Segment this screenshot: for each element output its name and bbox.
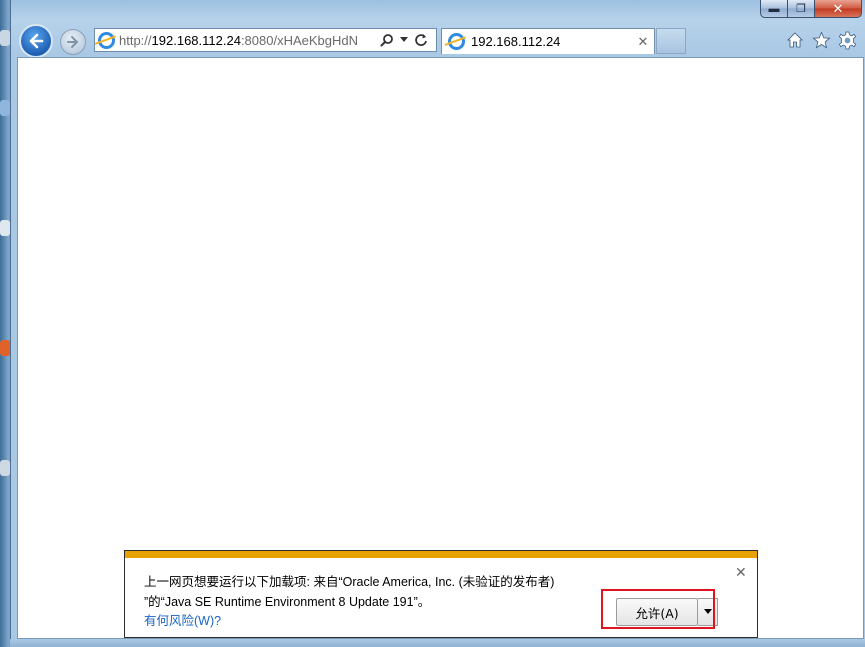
tab-close-button[interactable]: ✕ <box>632 34 654 50</box>
arrow-left-icon <box>29 33 44 49</box>
desktop-icon <box>0 220 10 236</box>
desktop-icon <box>0 340 10 356</box>
gear-icon[interactable] <box>837 30 857 50</box>
close-window-button[interactable]: ✕ <box>815 0 862 18</box>
back-button[interactable] <box>19 24 53 58</box>
forward-button[interactable] <box>60 29 86 55</box>
notification-accent-stripe <box>125 550 757 558</box>
tab-active[interactable]: 192.168.112.24 ✕ <box>441 28 655 54</box>
arrow-right-icon <box>67 36 78 48</box>
ie-page-icon <box>98 31 115 49</box>
address-bar[interactable]: http://192.168.112.24:8080/xHAeKbgHdN <box>94 28 437 52</box>
new-tab-button[interactable] <box>656 28 686 54</box>
caption-buttons: ▬ ❐ ✕ <box>760 0 862 18</box>
toolbar-icons <box>785 30 857 50</box>
url-text[interactable]: http://192.168.112.24:8080/xHAeKbgHdN <box>119 33 377 48</box>
url-host: 192.168.112.24 <box>151 32 241 48</box>
ie-tab-icon <box>448 33 465 50</box>
window-bottom-border <box>10 639 865 647</box>
desktop-icon <box>0 100 10 116</box>
address-dropdown-button[interactable] <box>397 37 411 43</box>
minimize-button[interactable]: ▬ <box>760 0 788 18</box>
url-prefix: http:// <box>119 32 152 48</box>
star-icon[interactable] <box>811 30 831 50</box>
url-rest: :8080/xHAeKbgHdN <box>240 32 359 48</box>
search-icon <box>380 34 393 47</box>
annotation-highlight-box <box>601 589 715 629</box>
search-button[interactable] <box>377 33 397 47</box>
maximize-button[interactable]: ❐ <box>788 0 815 18</box>
desktop-icon <box>0 460 10 476</box>
tab-title: 192.168.112.24 <box>471 34 561 49</box>
risk-link[interactable]: 有何风险(W)? <box>144 610 221 629</box>
desktop-icon <box>0 30 10 46</box>
refresh-button[interactable] <box>411 33 431 47</box>
home-icon[interactable] <box>785 30 805 50</box>
chevron-down-icon <box>400 37 408 42</box>
refresh-icon <box>415 34 427 46</box>
notification-message-line1: 上一网页想要运行以下加载项: 来自“Oracle America, Inc. (… <box>144 575 555 589</box>
notification-close-button[interactable]: ✕ <box>735 564 747 581</box>
notification-message-line2: ”的“Java SE Runtime Environment 8 Update … <box>144 595 431 609</box>
